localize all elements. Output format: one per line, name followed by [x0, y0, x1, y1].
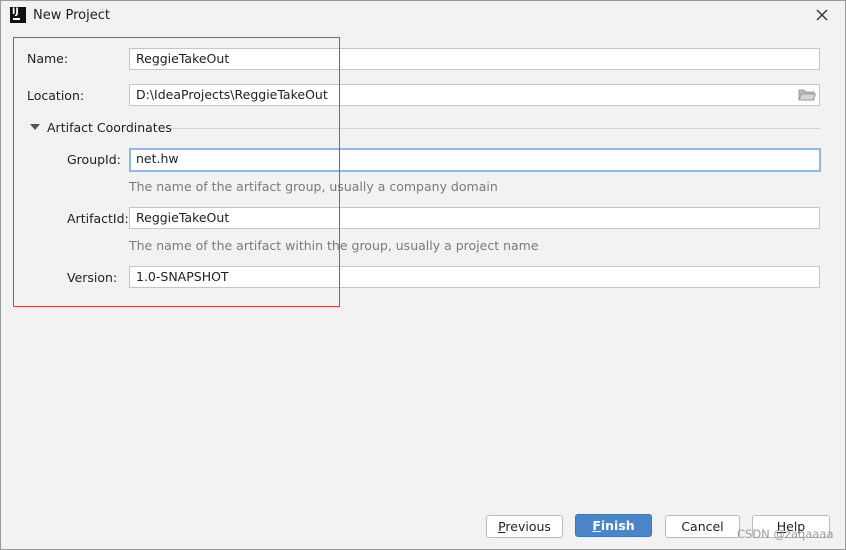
watermark: CSDN @zaqaaaa: [737, 527, 834, 541]
title-bar: IJ New Project: [1, 1, 845, 31]
location-field[interactable]: D:\IdeaProjects\ReggieTakeOut: [129, 84, 820, 106]
groupid-label: GroupId:: [67, 152, 121, 167]
previous-button[interactable]: Previous: [486, 515, 563, 538]
window-title: New Project: [33, 8, 110, 23]
groupid-field[interactable]: net.hw: [129, 148, 821, 172]
artifact-coordinates-heading[interactable]: Artifact Coordinates: [47, 120, 172, 135]
artifactid-field[interactable]: ReggieTakeOut: [129, 207, 820, 229]
artifactid-hint: The name of the artifact within the grou…: [129, 238, 539, 253]
section-divider: [171, 128, 820, 129]
folder-icon[interactable]: [798, 88, 817, 102]
name-label: Name:: [27, 51, 69, 66]
version-field[interactable]: 1.0-SNAPSHOT: [129, 266, 820, 288]
location-label: Location:: [27, 88, 85, 103]
cancel-button[interactable]: Cancel: [665, 515, 740, 538]
finish-mnemonic: F: [592, 518, 601, 533]
previous-label: revious: [505, 519, 551, 534]
finish-button[interactable]: Finish: [575, 514, 652, 537]
new-project-dialog: IJ New Project Name: ReggieTakeOut Locat…: [0, 0, 846, 550]
triangle-down-icon[interactable]: [30, 124, 40, 130]
version-label: Version:: [67, 270, 118, 285]
name-field[interactable]: ReggieTakeOut: [129, 48, 820, 70]
artifactid-label: ArtifactId:: [67, 211, 129, 226]
groupid-hint: The name of the artifact group, usually …: [129, 179, 498, 194]
close-icon[interactable]: [811, 4, 833, 26]
finish-label: inish: [600, 518, 635, 533]
intellij-icon: IJ: [10, 7, 26, 23]
